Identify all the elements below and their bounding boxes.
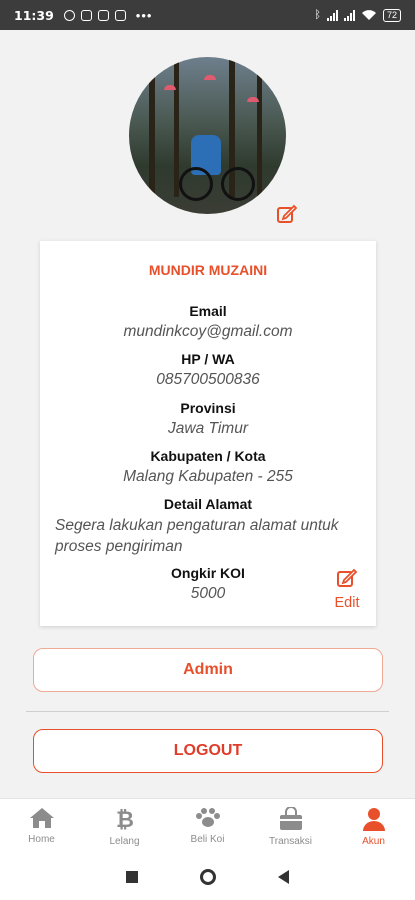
phone-label: HP / WA [181,351,235,367]
nav-label-home: Home [28,834,55,845]
profile-name: MUNDIR MUZAINI [148,262,268,278]
nav-label-lelang: Lelang [109,836,140,847]
user-icon [362,808,385,831]
phone-value: 085700500836 [156,371,260,388]
nav-label-akun: Akun [362,836,385,847]
bottom-navigation: Home ₿ Lelang Beli Koi Transaksi Akun [0,798,415,853]
bitcoin-icon: ₿ [116,808,134,831]
more-notifications-icon: ••• [135,7,153,23]
battery-icon: 72 [382,8,401,22]
divider [26,711,389,712]
nav-label-beli-koi: Beli Koi [190,834,225,845]
edit-photo-icon[interactable] [276,204,298,224]
paw-icon [195,808,220,827]
status-time: 11:39 [14,7,54,23]
avatar [129,57,286,214]
email-label: Email [189,303,227,319]
notification-icons [63,9,126,21]
city-value: Malang Kabupaten - 255 [123,468,293,485]
svg-text:₿: ₿ [116,808,134,831]
province-value: Jawa Timur [168,420,248,437]
back-icon[interactable] [278,869,289,884]
signal-icon [343,9,355,21]
nav-item-lelang[interactable]: ₿ Lelang [83,799,166,853]
recent-apps-icon[interactable] [126,870,138,883]
nav-item-transaksi[interactable]: Transaksi [249,799,332,853]
shopping-bag-icon [279,807,302,830]
logout-button[interactable]: LOGOUT [33,729,383,773]
wifi-icon [361,10,376,20]
message-icon [80,9,92,21]
home-icon [29,808,54,828]
nav-label-transaksi: Transaksi [269,836,312,847]
shipping-label: Ongkir KOI [171,565,245,581]
edit-profile-button[interactable]: Edit [332,568,362,611]
city-label: Kabupaten / Kota [150,448,266,464]
alarm-icon [63,9,75,21]
home-button-icon[interactable] [200,868,216,885]
instagram-icon [114,9,126,21]
instagram-icon [97,9,109,21]
signal-icon [326,9,338,21]
email-value: mundinkcoy@gmail.com [123,323,293,340]
profile-avatar-container [129,57,286,214]
system-navigation-bar [0,853,415,900]
nav-item-home[interactable]: Home [0,799,83,853]
bluetooth-icon: ᛒ [314,9,321,21]
edit-icon [337,568,358,587]
nav-item-akun[interactable]: Akun [332,799,415,853]
profile-card: MUNDIR MUZAINI Email mundinkcoy@gmail.co… [40,241,376,626]
admin-button[interactable]: Admin [33,648,383,692]
status-bar: 11:39 ••• ᛒ 72 [0,0,415,30]
edit-label: Edit [334,595,360,611]
address-label: Detail Alamat [163,496,253,512]
shipping-value: 5000 [190,585,226,602]
address-value: Segera lakukan pengaturan alamat untuk p… [55,517,339,555]
nav-item-beli-koi[interactable]: Beli Koi [166,799,249,853]
province-label: Provinsi [180,400,236,416]
